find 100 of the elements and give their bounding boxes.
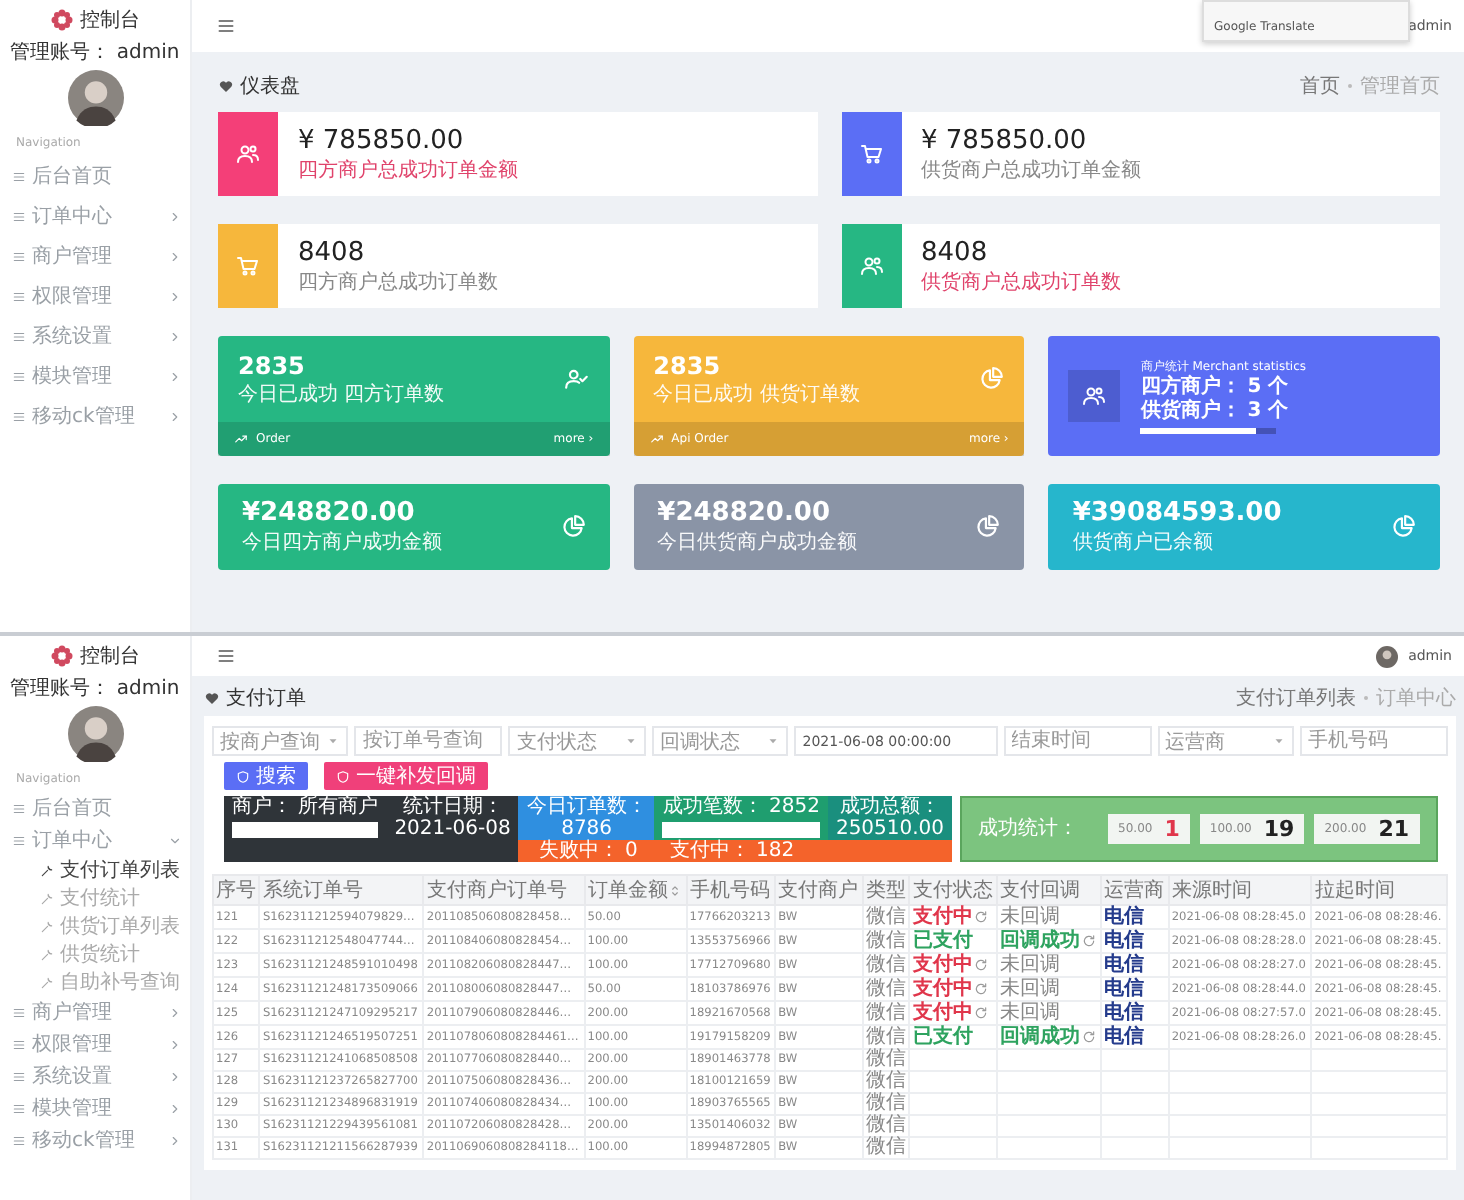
column-header[interactable]: 手机号码 <box>686 875 776 905</box>
stat-label: 成功笔数： 2852 <box>662 796 820 818</box>
breadcrumb-link[interactable]: 订单中心 <box>1376 684 1456 712</box>
nav-item[interactable]: 商户管理 <box>0 236 190 276</box>
nav-subitem[interactable]: 支付订单列表 <box>0 856 190 884</box>
column-header[interactable]: 支付状态 <box>909 875 998 905</box>
nav-item[interactable]: 订单中心 <box>0 196 190 236</box>
wrench-icon <box>40 919 54 933</box>
input-field[interactable] <box>232 822 379 838</box>
select-field[interactable]: 回调状态 <box>651 726 789 756</box>
status-label: 支付中 <box>912 907 989 927</box>
table-cell: 微信 <box>862 1025 910 1049</box>
nav-subitem[interactable]: 供货订单列表 <box>0 912 190 940</box>
card-value: 8408 <box>921 237 990 267</box>
column-header[interactable]: 运营商 <box>1101 875 1169 905</box>
trend-icon <box>234 432 248 446</box>
nav-item[interactable]: 系统设置 <box>0 316 190 356</box>
column-header[interactable]: 系统订单号 <box>259 875 424 905</box>
column-header[interactable]: 订单金额 <box>584 875 687 905</box>
page-title: 支付订单 <box>226 685 306 712</box>
operator-label: 电信 <box>1104 953 1145 975</box>
input-field[interactable]: 按订单号查询 <box>354 726 503 756</box>
callback-label: 未回调 <box>1000 979 1061 999</box>
breadcrumb-link[interactable]: 管理首页 <box>1360 72 1440 100</box>
callback-label: 未回调 <box>1000 955 1061 975</box>
breadcrumb-link[interactable]: 支付订单列表 <box>1236 684 1356 712</box>
stat-label: 统计日期： <box>402 796 503 818</box>
input-field[interactable] <box>662 822 820 838</box>
tile-value: ¥39084593.00 <box>1072 498 1282 528</box>
column-header[interactable]: 序号 <box>213 875 260 905</box>
caret-icon <box>326 734 341 748</box>
nav-item[interactable]: 移动ck管理 <box>0 396 190 436</box>
column-header[interactable]: 支付回调 <box>997 875 1102 905</box>
refresh-icon[interactable] <box>974 1006 989 1020</box>
nav-item[interactable]: 移动ck管理 <box>0 1124 190 1156</box>
menu-icon <box>12 1101 26 1115</box>
refresh-icon[interactable] <box>974 982 989 996</box>
nav-item[interactable]: 权限管理 <box>0 276 190 316</box>
brand-name: 控制台 <box>80 7 140 34</box>
resend-button[interactable]: 一键补发回调 <box>324 762 488 790</box>
nav-item[interactable]: 后台首页 <box>0 156 190 196</box>
menu-icon <box>12 369 26 383</box>
heart-icon <box>204 690 220 706</box>
pie-chart-icon <box>1390 514 1416 540</box>
column-header[interactable]: 来源时间 <box>1168 875 1312 905</box>
heart-icon <box>218 78 234 94</box>
menu-icon <box>12 169 26 183</box>
pie-chart-icon <box>974 514 1001 540</box>
column-header[interactable]: 类型 <box>862 875 910 905</box>
user-check-icon <box>563 366 590 392</box>
column-header[interactable]: 支付商户订单号 <box>423 875 585 905</box>
select-field[interactable]: 运营商 <box>1157 726 1295 756</box>
breadcrumb-link[interactable]: 首页 <box>1300 72 1340 100</box>
stat-label: 支付中： 182 <box>669 840 795 862</box>
nav-item[interactable]: 订单中心 <box>0 824 190 856</box>
tile-label: 今日已成功 四方订单数 <box>238 381 445 407</box>
column-header[interactable]: 拉起时间 <box>1311 875 1447 905</box>
menu-icon[interactable] <box>216 16 236 36</box>
column-header[interactable]: 支付商户 <box>775 875 863 905</box>
refresh-icon[interactable] <box>974 958 989 972</box>
nav-item[interactable]: 系统设置 <box>0 1060 190 1092</box>
refresh-icon[interactable] <box>1082 934 1097 948</box>
nav-subitem[interactable]: 自助补号查询 <box>0 968 190 996</box>
page-title: 仪表盘 <box>240 73 300 100</box>
menu-icon <box>12 1005 26 1019</box>
table-cell: 微信 <box>862 1001 910 1025</box>
logo-icon <box>50 644 74 668</box>
stat-label: 失败中： 0 <box>538 840 638 862</box>
operator-label: 电信 <box>1104 905 1145 927</box>
refresh-icon[interactable] <box>974 910 989 924</box>
table-cell: 微信 <box>862 905 910 929</box>
select-field[interactable]: 按商户查询 <box>212 726 349 756</box>
search-button[interactable]: 搜索 <box>224 762 308 790</box>
menu-icon <box>12 329 26 343</box>
menu-icon[interactable] <box>216 646 236 666</box>
wrench-icon <box>40 947 54 961</box>
refresh-icon[interactable] <box>1082 1030 1097 1044</box>
operator-label: 电信 <box>1104 1025 1145 1047</box>
operator-label: 电信 <box>1104 977 1145 999</box>
select-field[interactable]: 支付状态 <box>508 726 646 756</box>
nav-item[interactable]: 后台首页 <box>0 792 190 824</box>
nav-item[interactable]: 商户管理 <box>0 996 190 1028</box>
nav-item[interactable]: 模块管理 <box>0 356 190 396</box>
input-field[interactable]: 结束时间 <box>1003 726 1152 756</box>
sort-icon[interactable] <box>667 883 682 897</box>
tile-line: 四方商户： 5 个 <box>1140 376 1291 398</box>
nav-item[interactable]: 模块管理 <box>0 1092 190 1124</box>
nav-subitem[interactable]: 供货统计 <box>0 940 190 968</box>
wrench-icon <box>40 863 54 877</box>
nav-item[interactable]: 权限管理 <box>0 1028 190 1060</box>
nav-subitem[interactable]: 支付统计 <box>0 884 190 912</box>
input-field[interactable]: 手机号码 <box>1300 726 1448 756</box>
tile-label: 今日供货商户成功金额 <box>657 529 858 556</box>
operator-label: 电信 <box>1104 929 1145 951</box>
stat-value: 2021-06-08 <box>394 818 511 840</box>
card-label: 四方商户总成功订单数 <box>298 269 498 295</box>
status-label: 支付中 <box>912 1003 989 1023</box>
stat-label: 成功统计： <box>978 818 1079 840</box>
card-label: 四方商户总成功订单金额 <box>298 157 518 183</box>
users-icon <box>1082 384 1107 408</box>
